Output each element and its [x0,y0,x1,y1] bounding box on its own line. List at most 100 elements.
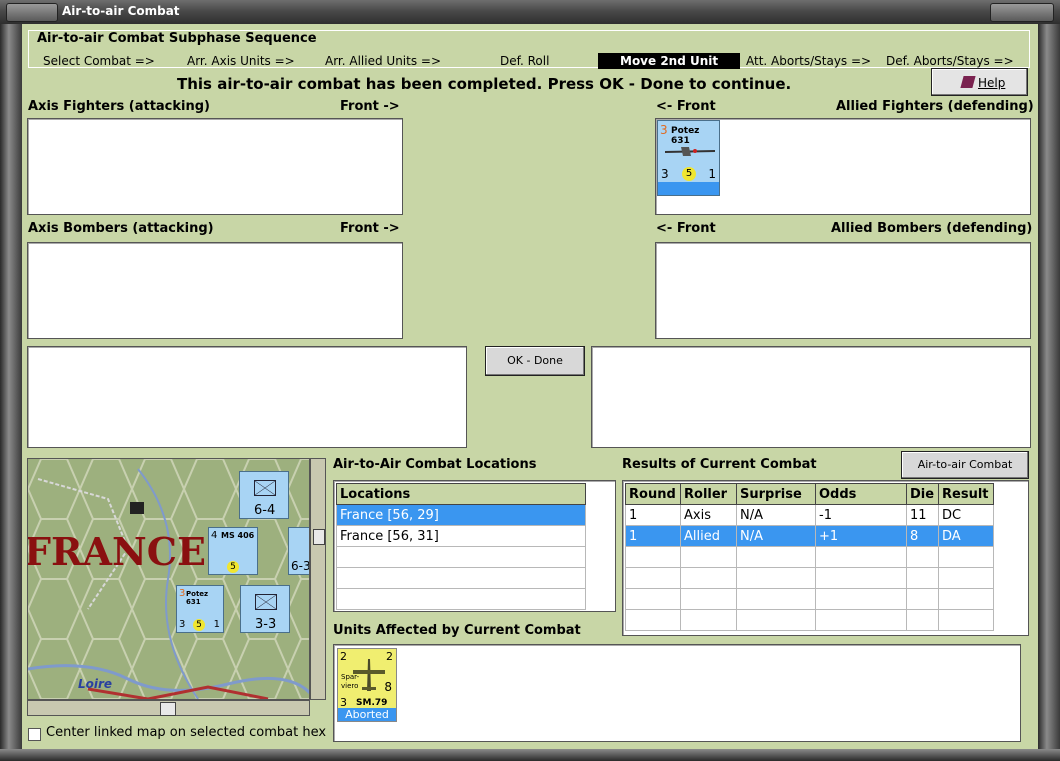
counter-def: 5 [227,561,239,573]
map-counter-inf-3[interactable]: 3-3 [240,585,290,633]
results-panel[interactable]: Round Roller Surprise Odds Die Result 1A… [622,480,1029,636]
map-horizontal-scrollbar[interactable] [27,700,310,716]
infantry-icon [255,594,277,610]
map-counter-ms406[interactable]: MS 406 4 5 [208,527,258,575]
map-counter-potez[interactable]: 3 Potez 631 3 5 1 [176,585,224,633]
allied-fighters-box[interactable]: 3 Potez 631 3 5 1 [655,118,1031,215]
combat-chart-button[interactable]: Air-to-air Combat Chart [901,451,1029,497]
axis-bombers-front-label: Front -> [340,221,400,236]
list-item [336,567,586,589]
help-button[interactable]: Help [931,68,1028,96]
axis-fighters-box[interactable] [27,118,403,215]
map-counter-inf-2[interactable]: 6-3 [288,527,310,575]
locations-table: Locations France [56, 29] France [56, 31… [336,483,586,610]
col-result: Result [938,483,994,505]
table-row[interactable] [625,588,994,610]
window-menu-button[interactable] [6,3,58,22]
scroll-thumb[interactable] [313,529,325,545]
locations-list[interactable]: Locations France [56, 29] France [56, 31… [333,480,616,612]
help-label: Help [978,76,1006,90]
list-item: France [56, 31] [336,525,586,547]
cell-round: 1 [625,525,681,547]
col-odds: Odds [815,483,907,505]
cell-result: DA [938,525,994,547]
counter-strength: 6-4 [254,503,276,518]
cell-surprise: N/A [736,504,816,526]
center-map-checkbox[interactable] [28,728,41,741]
infantry-icon [254,480,276,496]
sequence-panel: Air-to-air Combat Subphase Sequence Sele… [28,30,1030,69]
counter-range: 1 [213,619,220,630]
dialog-content: Air-to-air Combat Subphase Sequence Sele… [22,24,1038,749]
cell-roller: Axis [680,504,737,526]
table-row[interactable] [336,567,586,589]
status-message: This air-to-air combat has been complete… [177,75,792,93]
map-counter-inf-1[interactable]: 6-4 [239,471,289,519]
status-badge: Aborted [338,708,396,721]
counter-air: 3 [179,619,186,630]
mini-map[interactable]: FRANCE Loire 6-4 MS 406 4 5 6-3 3 Potez … [27,458,310,700]
axis-log-box [27,346,467,448]
center-map-label: Center linked map on selected combat hex [46,725,327,740]
cell-result: DC [938,504,994,526]
counter-strength: 6-3 [291,559,310,573]
counter-def: 5 [682,167,696,181]
col-die: Die [906,483,939,505]
table-row[interactable] [625,546,994,568]
cell-roller: Allied [680,525,737,547]
counter-top-left: 2 [340,650,347,663]
step-select-combat: Select Combat => [43,54,155,68]
title-bar[interactable]: Air-to-air Combat [0,0,1060,25]
table-row[interactable]: France [56, 31] [336,525,586,547]
map-river-label: Loire [78,677,113,691]
table-row[interactable] [625,567,994,589]
step-move-2nd-unit: Move 2nd Unit [598,53,741,69]
results-table: Round Roller Surprise Odds Die Result 1A… [625,483,994,631]
bottom-border [0,749,1060,761]
list-item: France [56, 29] [336,504,586,526]
table-row[interactable]: 1 Axis N/A -1 11 DC [625,504,994,526]
table-row[interactable]: France [56, 29] [336,504,586,526]
table-row[interactable] [336,546,586,568]
allied-bombers-label: Allied Bombers (defending) [831,221,1033,236]
table-row[interactable] [625,609,994,631]
scroll-thumb[interactable] [160,702,176,716]
counter-name: Potez 631 [186,590,209,606]
allied-fighters-front-label: <- Front [656,99,716,114]
right-border [1038,24,1060,761]
map-vertical-scrollbar[interactable] [310,458,326,700]
axis-fighters-label: Axis Fighters (attacking) [28,99,210,114]
axis-bombers-box[interactable] [27,242,403,339]
counter-top-right: 2 [386,650,393,663]
counter-model: SM.79 [356,698,388,708]
axis-bombers-label: Axis Bombers (attacking) [28,221,214,236]
col-round: Round [625,483,681,505]
table-row[interactable] [336,588,586,610]
units-affected-box[interactable]: 2 2 Spar-viero 8 3 SM.79 Aborted [333,644,1021,742]
locations-title: Air-to-Air Combat Locations [333,457,537,472]
counter-def: 5 [193,619,205,631]
axis-fighters-front-label: Front -> [340,99,400,114]
allied-bombers-box[interactable] [655,242,1031,339]
col-roller: Roller [680,483,737,505]
units-affected-title: Units Affected by Current Combat [333,623,581,638]
window-title: Air-to-air Combat [62,4,180,18]
allied-fighters-label: Allied Fighters (defending) [836,99,1034,114]
left-border [0,24,22,761]
table-row[interactable]: 1 Allied N/A +1 8 DA [625,525,994,547]
allied-fighter-counter[interactable]: 3 Potez 631 3 5 1 [657,120,720,196]
window-controls-button[interactable] [990,3,1054,22]
results-title: Results of Current Combat [622,457,817,472]
plane-icon [665,147,715,156]
affected-unit-counter[interactable]: 2 2 Spar-viero 8 3 SM.79 Aborted [337,648,397,722]
ok-done-button[interactable]: OK - Done [485,346,585,376]
step-def-roll: Def. Roll [500,54,550,68]
allied-bombers-front-label: <- Front [656,221,716,236]
cell-odds: +1 [815,525,907,547]
counter-selection-bar [658,182,719,195]
counter-range: 1 [708,167,716,181]
step-att-aborts-stays: Att. Aborts/Stays => [746,54,872,68]
cell-die: 11 [906,504,939,526]
list-item [336,546,586,568]
counter-air: 3 [661,167,669,181]
